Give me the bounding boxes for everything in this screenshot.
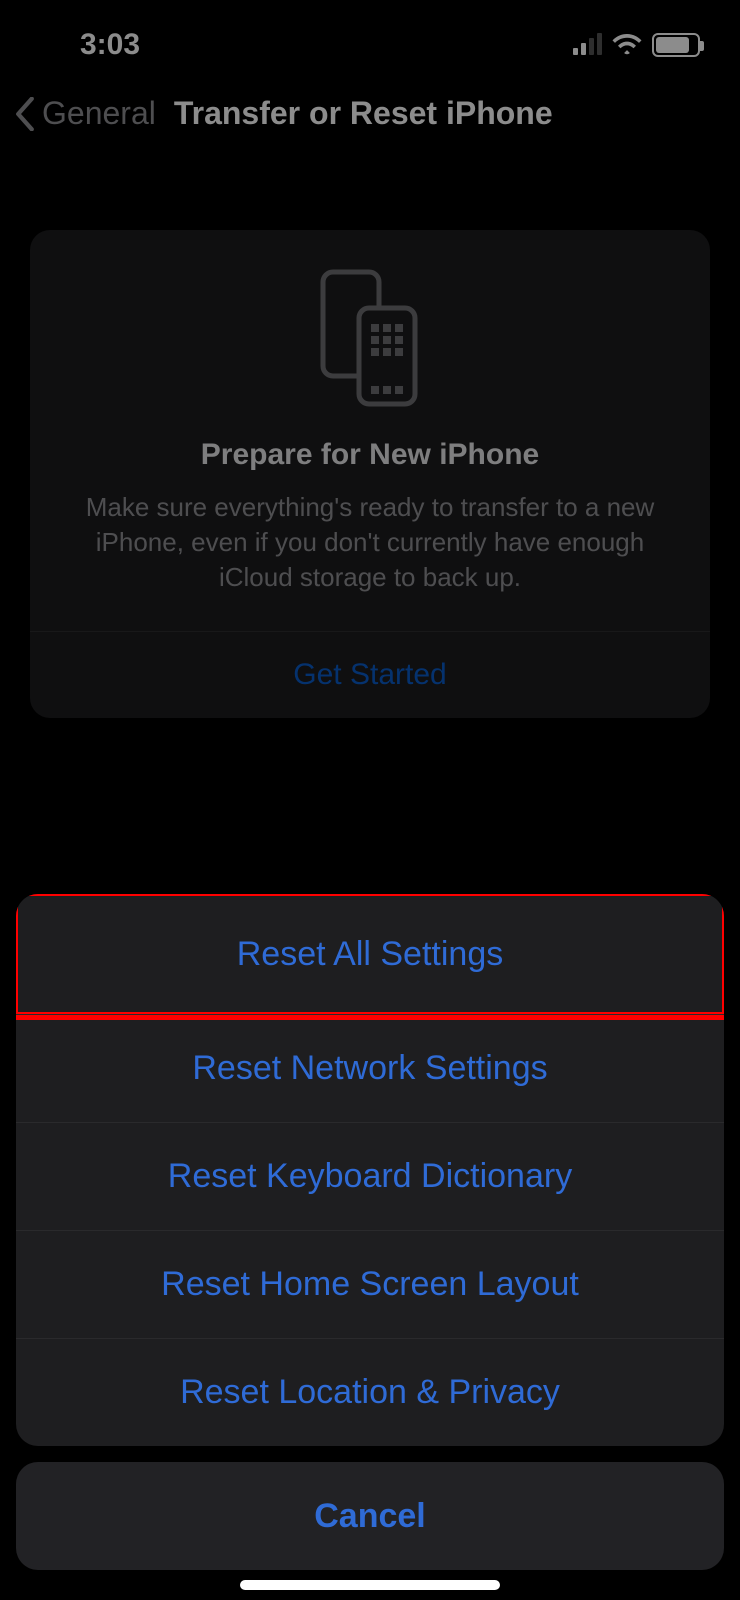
sheet-item-label: Reset All Settings <box>237 935 503 974</box>
devices-icon <box>56 268 684 408</box>
sheet-item-label: Reset Location & Privacy <box>180 1373 560 1412</box>
sheet-item-label: Reset Network Settings <box>192 1049 547 1088</box>
nav-header: General Transfer or Reset iPhone <box>0 95 740 132</box>
card-description: Make sure everything's ready to transfer… <box>56 490 684 595</box>
battery-icon <box>652 33 700 57</box>
home-indicator[interactable] <box>240 1580 500 1590</box>
back-button[interactable]: General <box>14 95 156 132</box>
reset-keyboard-dictionary-button[interactable]: Reset Keyboard Dictionary <box>16 1122 724 1230</box>
status-bar: 3:03 <box>0 0 740 90</box>
reset-all-settings-button[interactable]: Reset All Settings <box>16 894 724 1014</box>
cellular-signal-icon <box>573 35 602 55</box>
cancel-label: Cancel <box>314 1497 426 1536</box>
status-time: 3:03 <box>80 28 140 62</box>
cancel-button[interactable]: Cancel <box>16 1462 724 1570</box>
wifi-icon <box>612 31 642 60</box>
sheet-options-group: Reset All Settings Reset Network Setting… <box>16 894 724 1446</box>
get-started-button[interactable]: Get Started <box>56 632 684 718</box>
sheet-item-label: Reset Keyboard Dictionary <box>168 1157 572 1196</box>
chevron-left-icon <box>14 97 36 131</box>
reset-network-settings-button[interactable]: Reset Network Settings <box>16 1014 724 1122</box>
sheet-item-label: Reset Home Screen Layout <box>161 1265 579 1304</box>
reset-location-privacy-button[interactable]: Reset Location & Privacy <box>16 1338 724 1446</box>
card-title: Prepare for New iPhone <box>56 438 684 472</box>
prepare-card: Prepare for New iPhone Make sure everyth… <box>30 230 710 718</box>
status-icons <box>573 31 700 60</box>
reset-home-screen-layout-button[interactable]: Reset Home Screen Layout <box>16 1230 724 1338</box>
nav-title: Transfer or Reset iPhone <box>174 95 553 132</box>
reset-action-sheet: Reset All Settings Reset Network Setting… <box>16 894 724 1570</box>
back-label: General <box>42 95 156 132</box>
